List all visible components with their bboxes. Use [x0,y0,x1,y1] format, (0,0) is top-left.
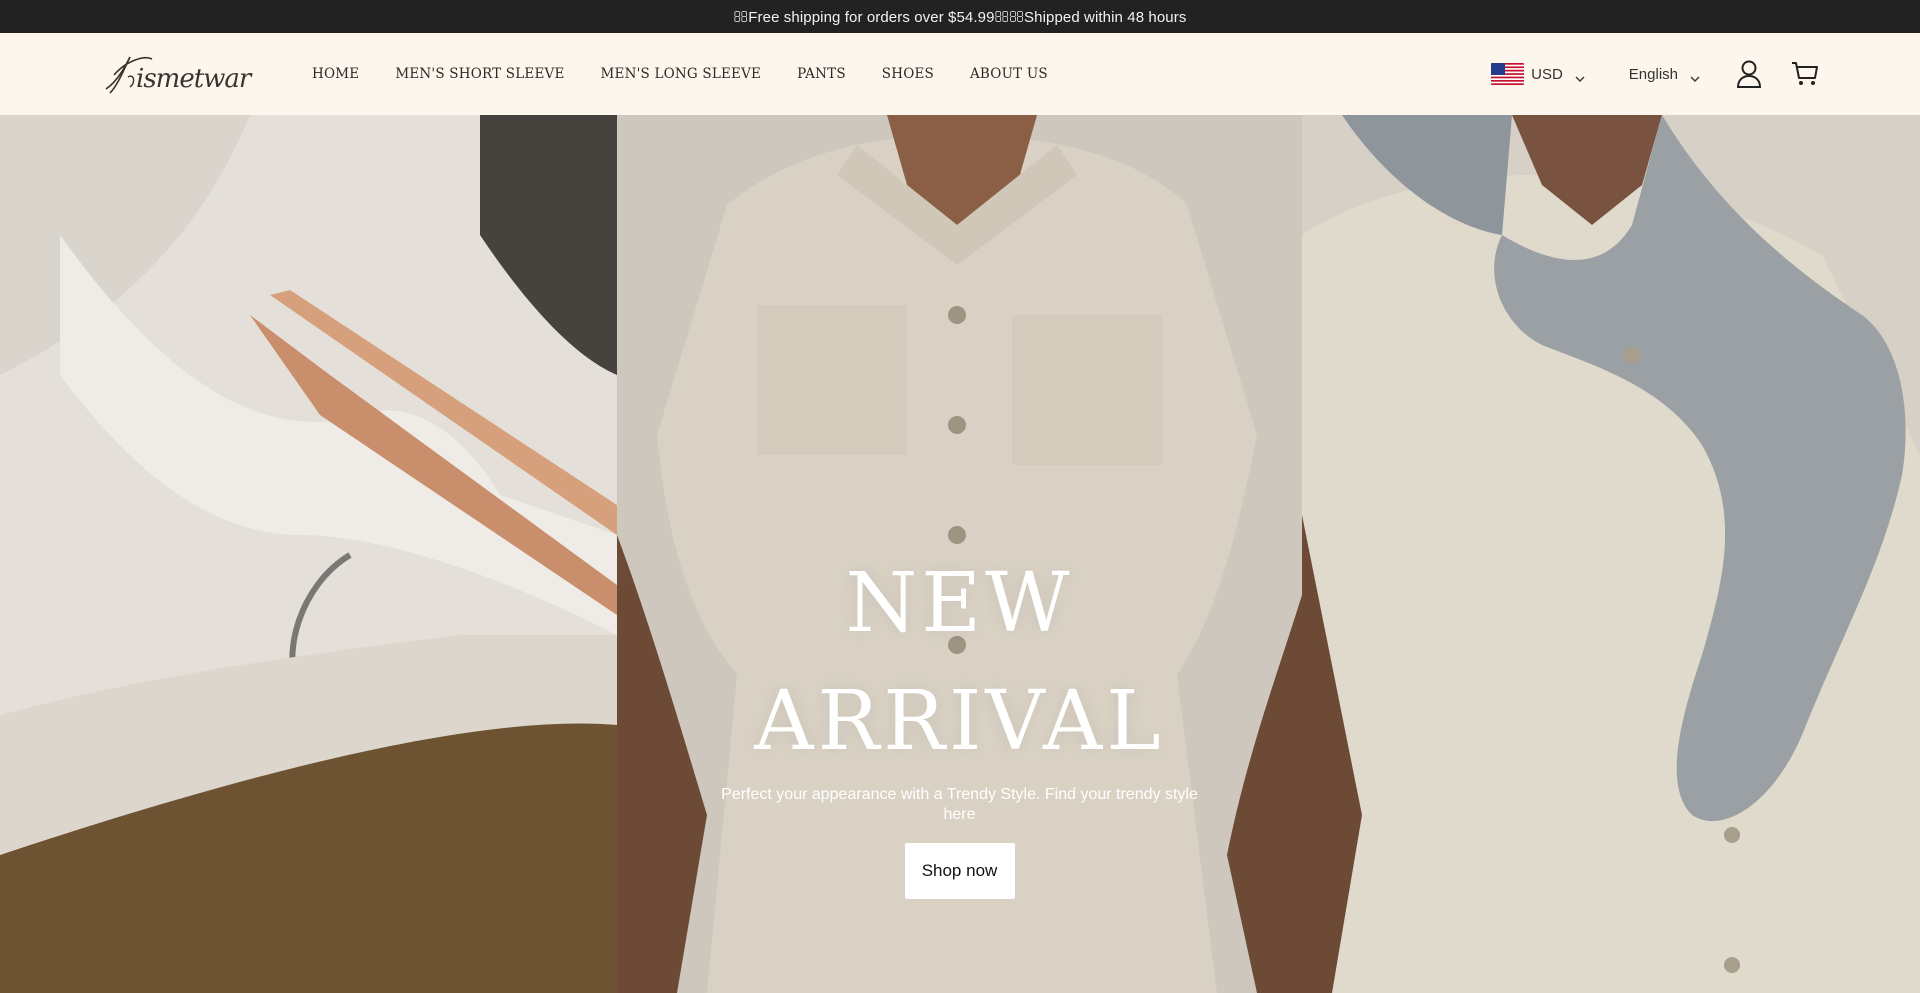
nav-item-home[interactable]: HOME [312,66,359,82]
site-header: ismetwar HOME MEN'S SHORT SLEEVE MEN'S L… [0,33,1920,115]
chevron-down-icon [1690,69,1700,82]
announcement-bar: Free shipping for orders over $54.99S… [0,0,1920,33]
language-selector[interactable]: English [1629,66,1700,83]
us-flag-icon [1491,63,1525,85]
hero-image-model-sweater [1302,115,1920,993]
hero-title-line1: NEW [845,556,1074,651]
header-tools: USD English [1491,33,1820,115]
announcement-text: Free shipping for orders over $54.99S… [734,8,1187,26]
nav-item-mens-long-sleeve[interactable]: MEN'S LONG SLEEVE [601,66,762,82]
brand-logo[interactable]: ismetwar [100,51,255,97]
svg-text:ismetwar: ismetwar [136,64,253,94]
cart-icon [1792,62,1818,85]
main-nav: HOME MEN'S SHORT SLEEVE MEN'S LONG SLEEV… [312,33,1084,115]
shop-now-button[interactable]: Shop now [904,843,1015,899]
chevron-down-icon [1575,69,1585,82]
hero-title-line2: ARRIVAL [754,674,1165,769]
nav-item-shoes[interactable]: SHOES [882,66,934,82]
nav-item-mens-short-sleeve[interactable]: MEN'S SHORT SLEEVE [395,66,564,82]
hero-banner: NEW ARRIVAL Perfect your appearance with… [0,115,1920,993]
account-button[interactable] [1734,59,1764,89]
hero-image-hanger-shirt [0,115,617,993]
hero-subtitle: Perfect your appearance with a Trendy St… [721,786,1198,823]
cart-button[interactable] [1790,59,1820,89]
nav-item-about-us[interactable]: ABOUT US [970,66,1048,82]
user-icon [1736,60,1762,88]
nav-item-pants[interactable]: PANTS [797,66,846,82]
hero-content: NEW ARRIVAL Perfect your appearance with… [617,545,1302,899]
currency-label: USD [1531,65,1563,83]
language-label: English [1628,65,1678,83]
currency-selector[interactable]: USD [1491,63,1585,85]
logo-wordmark: ismetwar [105,56,254,94]
